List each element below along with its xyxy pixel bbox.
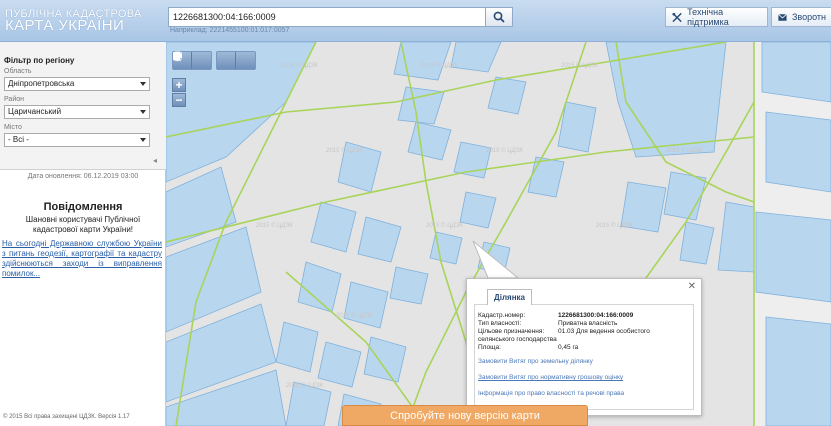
tools-icon <box>672 12 682 22</box>
info-pointer-icon: ? <box>173 52 182 63</box>
mail-icon <box>778 13 787 21</box>
order-parcel-extract-link[interactable]: Замовити Витяг про земельну ділянку <box>478 358 593 365</box>
district-select[interactable]: Царичанський <box>4 105 150 119</box>
svg-text:2015 © ЦДЗК: 2015 © ЦДЗК <box>280 62 318 69</box>
svg-text:?: ? <box>179 58 182 63</box>
parcel-info: Кадастр.номер: 1226681300:04:166:0009 Тип… <box>474 304 694 410</box>
info-row-cadastral: Кадастр.номер: 1226681300:04:166:0009 <box>478 312 634 319</box>
copyright: © 2015 Всі права захищені ЦДЗК. Версія 1… <box>3 414 130 420</box>
tab-parcel[interactable]: Ділянка <box>487 289 532 305</box>
zoom-out-button[interactable]: − <box>172 93 186 107</box>
svg-text:2015 © ЦДЗК: 2015 © ЦДЗК <box>255 222 293 229</box>
map-toolbar: ? <box>172 51 256 70</box>
notices-title: Повідомлення <box>43 201 123 213</box>
header: ПУБЛІЧНА КАДАСТРОВА КАРТА УКРАЇНИ Наприк… <box>0 0 831 42</box>
region-select[interactable]: Дніпропетровська <box>4 77 150 91</box>
notices-link[interactable]: На сьогодні Державною службою України з … <box>2 239 162 279</box>
feedback-button[interactable]: Зворотн <box>771 7 831 27</box>
city-select[interactable]: - Всі - <box>4 133 150 147</box>
region-label: Область <box>4 68 32 75</box>
search-icon <box>493 11 505 23</box>
search-box <box>168 7 514 27</box>
zoom-in-button[interactable]: + <box>172 78 186 92</box>
district-label: Район <box>4 96 24 103</box>
region-value: Дніпропетровська <box>8 79 75 88</box>
info-row-ownership: Тип власності: Приватна власність <box>478 320 618 327</box>
action-tools: ? <box>173 51 256 70</box>
chevron-down-icon <box>140 110 146 114</box>
parcel-popup: ✕ Ділянка Кадастр.номер: 1226681300:04:16… <box>466 278 702 416</box>
sidebar: Фільтр по регіону Область Дніпропетровсь… <box>0 42 166 426</box>
svg-text:2015 © ЦДЗК: 2015 © ЦДЗК <box>595 222 633 229</box>
notices-text: Шановні користувачі Публічної кадастрово… <box>25 215 141 234</box>
close-icon[interactable]: ✕ <box>688 281 696 292</box>
svg-text:2015 © ЦДЗК: 2015 © ЦДЗК <box>425 222 463 229</box>
zoom-control: + − <box>172 78 186 108</box>
support-label: Технічна підтримка <box>687 7 729 27</box>
logo-line2: КАРТА УКРАЇНИ <box>5 17 125 34</box>
info-row-purpose-cont: селянського господарства <box>478 336 557 343</box>
print-button[interactable] <box>173 51 236 69</box>
info-pointer-button[interactable]: ? <box>173 52 255 69</box>
svg-text:2015 © ЦДЗК: 2015 © ЦДЗК <box>285 382 323 389</box>
support-button[interactable]: Технічна підтримка <box>665 7 768 27</box>
district-value: Царичанський <box>8 107 62 116</box>
measure-area-button[interactable] <box>173 52 211 69</box>
chevron-down-icon <box>140 138 146 142</box>
order-valuation-extract-link[interactable]: Замовити Витяг про нормативну грошову оц… <box>478 374 623 381</box>
logo[interactable]: ПУБЛІЧНА КАДАСТРОВА КАРТА УКРАЇНИ <box>5 8 142 34</box>
city-label: Місто <box>4 124 22 131</box>
svg-text:2015 © ЦДЗК: 2015 © ЦДЗК <box>665 147 703 154</box>
city-value: - Всі - <box>8 135 29 144</box>
search-hint: Наприклад: 2221455100:01:017:0057 <box>170 27 290 34</box>
svg-text:2015 © ЦДЗК: 2015 © ЦДЗК <box>325 147 363 154</box>
region-filter: Фільтр по регіону Область Дніпропетровсь… <box>0 42 166 170</box>
feedback-label: Зворотн <box>791 12 826 22</box>
map-canvas[interactable]: 2015 © ЦДЗК 2015 © ЦДЗК 2015 © ЦДЗК 2015… <box>166 42 831 426</box>
info-row-purpose: Цільове призначення: 01.03 Для ведення ос… <box>478 328 650 335</box>
info-row-area: Площа: 0,45 га <box>478 344 579 351</box>
search-button[interactable] <box>485 7 513 27</box>
filter-title: Фільтр по регіону <box>4 56 75 65</box>
update-date: Дата оновлення: 06.12.2019 03:00 <box>27 173 139 180</box>
chevron-down-icon <box>140 82 146 86</box>
collapse-sidebar-icon[interactable]: ◂ <box>153 156 157 165</box>
search-input[interactable] <box>168 7 486 27</box>
svg-text:2015 © ЦДЗК: 2015 © ЦДЗК <box>560 62 598 69</box>
svg-text:2015 © ЦДЗК: 2015 © ЦДЗК <box>420 62 458 69</box>
svg-text:2015 © ЦДЗК: 2015 © ЦДЗК <box>335 312 373 319</box>
ownership-info-link[interactable]: Інформація про право власності та речові… <box>478 390 624 397</box>
svg-text:2015 © ЦДЗК: 2015 © ЦДЗК <box>485 147 523 154</box>
try-new-version-button[interactable]: Спробуйте нову версію карти <box>342 405 588 426</box>
